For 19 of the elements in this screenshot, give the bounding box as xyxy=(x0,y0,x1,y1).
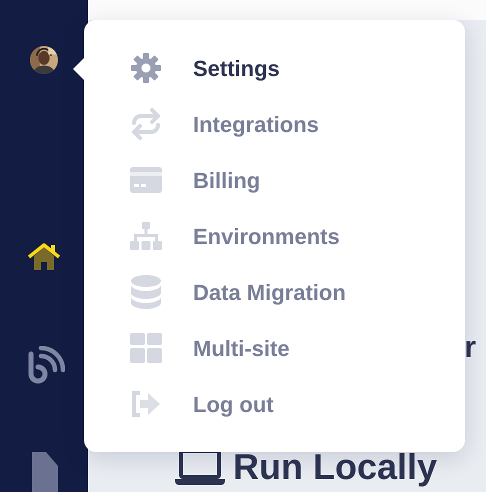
menu-item[interactable]: Data Migration xyxy=(84,264,465,320)
home-icon[interactable] xyxy=(27,242,61,272)
sitemap-icon xyxy=(130,222,162,250)
logout-icon xyxy=(130,390,162,418)
menu-item[interactable]: Billing xyxy=(84,152,465,208)
credit-card-icon xyxy=(130,167,162,193)
menu-item[interactable]: Log out xyxy=(84,376,465,432)
menu-item[interactable]: Environments xyxy=(84,208,465,264)
heading-text: r xyxy=(464,333,477,363)
grid-icon xyxy=(130,333,162,363)
section-title: Run Locally xyxy=(233,449,438,485)
settings-icon xyxy=(130,52,162,84)
menu-item[interactable]: Settings xyxy=(84,40,465,96)
laptop-icon xyxy=(175,449,225,485)
document-icon[interactable] xyxy=(30,452,58,492)
database-icon xyxy=(131,275,161,309)
menu-item[interactable]: Multi-site xyxy=(84,320,465,376)
menu-item[interactable]: Integrations xyxy=(84,96,465,152)
sync-icon xyxy=(130,108,162,140)
